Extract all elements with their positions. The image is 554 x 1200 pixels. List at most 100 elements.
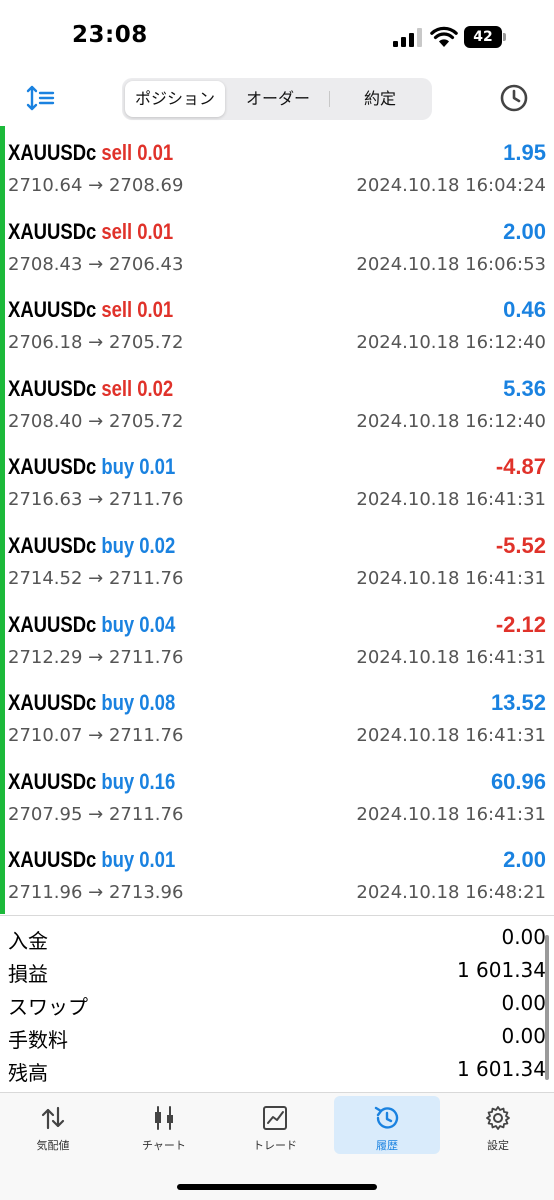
symbol-label: XAUUSDc: [8, 375, 97, 401]
battery-indicator: 42: [464, 26, 506, 48]
trade-type: buy: [101, 847, 135, 873]
position-title: XAUUSDc buy 0.01: [8, 454, 175, 480]
trade-type: sell: [101, 297, 133, 323]
position-title: XAUUSDc sell 0.01: [8, 297, 173, 323]
position-title: XAUUSDc buy 0.04: [8, 612, 175, 638]
balance-label: 残高: [8, 1061, 48, 1085]
tab-trade[interactable]: トレード: [222, 1096, 328, 1154]
position-time: 2024.10.18 16:41:31: [356, 803, 546, 825]
line-chart-icon: [263, 1106, 287, 1130]
price-range: 2707.95 → 2711.76: [8, 803, 184, 825]
tab-orders[interactable]: オーダー: [228, 81, 328, 117]
profit-value: 60.96: [490, 768, 546, 794]
position-row[interactable]: XAUUSDc buy 0.04 -2.12 2712.29 → 2711.76 2024…: [0, 598, 554, 677]
summary-row-pl: 損益 1 601.34: [0, 955, 554, 988]
gear-icon: [486, 1106, 510, 1130]
volume-label: 0.01: [139, 847, 176, 873]
position-row[interactable]: XAUUSDc sell 0.02 5.36 2708.40 → 2705.72 2024…: [0, 362, 554, 441]
position-time: 2024.10.18 16:41:31: [356, 725, 546, 747]
profit-value: 1.95: [503, 140, 546, 165]
summary-row-swap: スワップ 0.00: [0, 988, 554, 1021]
trade-type: buy: [101, 454, 135, 480]
segmented-control: ポジション オーダー 約定: [122, 78, 432, 120]
position-row[interactable]: XAUUSDc buy 0.02 -5.52 2714.52 → 2711.76 2024…: [0, 519, 554, 598]
position-title: XAUUSDc sell 0.01: [8, 219, 173, 245]
position-time: 2024.10.18 16:41:31: [356, 646, 546, 668]
position-row[interactable]: XAUUSDc sell 0.01 2.00 2708.43 → 2706.43 2024…: [0, 205, 554, 284]
tab-deals[interactable]: 約定: [331, 81, 429, 117]
segment-divider: [329, 91, 330, 107]
home-indicator: [177, 1184, 377, 1190]
trade-type: buy: [101, 768, 135, 794]
profit-value: 5.36: [503, 375, 546, 401]
commission-value: 0.00: [501, 1024, 546, 1048]
profit-value: 0.46: [503, 297, 546, 323]
sort-icon[interactable]: [26, 84, 56, 112]
profit-value: 2.00: [503, 847, 546, 873]
position-row[interactable]: XAUUSDc sell 0.01 0.46 2706.18 → 2705.72 2024…: [0, 283, 554, 362]
summary-row-deposit: 入金 0.00: [0, 922, 554, 955]
tab-settings[interactable]: 設定: [445, 1096, 551, 1154]
position-title: XAUUSDc buy 0.01: [8, 847, 175, 873]
volume-label: 0.02: [137, 375, 174, 401]
clock-icon[interactable]: [498, 82, 530, 114]
position-title: XAUUSDc buy 0.16: [8, 769, 175, 795]
wifi-icon: [430, 26, 458, 47]
profit-value: -4.87: [495, 454, 546, 480]
position-time: 2024.10.18 16:41:31: [356, 568, 546, 589]
nav-bar: ポジション オーダー 約定: [0, 76, 554, 122]
price-range: 2708.40 → 2705.72: [8, 410, 184, 432]
symbol-label: XAUUSDc: [8, 140, 97, 165]
position-row[interactable]: XAUUSDc buy 0.16 60.96 2707.95 → 2711.76 2024…: [0, 755, 554, 834]
tab-quotes-label: 気配値: [36, 1139, 70, 1152]
price-range: 2710.64 → 2708.69: [8, 175, 184, 196]
summary-row-commission: 手数料 0.00: [0, 1021, 554, 1054]
trade-type: sell: [101, 218, 133, 244]
position-time: 2024.10.18 16:48:21: [356, 882, 546, 904]
tab-quotes[interactable]: 気配値: [0, 1096, 106, 1154]
price-range: 2716.63 → 2711.76: [8, 489, 184, 511]
price-range: 2710.07 → 2711.76: [8, 725, 184, 747]
cellular-signal-icon: [393, 28, 422, 47]
positions-list: XAUUSDc sell 0.01 1.95 2710.64 → 2708.69 2024…: [0, 126, 554, 916]
symbol-label: XAUUSDc: [8, 768, 97, 794]
tab-chart[interactable]: チャート: [111, 1096, 217, 1154]
price-range: 2714.52 → 2711.76: [8, 568, 184, 589]
tab-settings-label: 設定: [487, 1139, 509, 1152]
volume-label: 0.02: [139, 533, 176, 558]
trade-type: sell: [101, 140, 133, 165]
position-row[interactable]: XAUUSDc sell 0.01 1.95 2710.64 → 2708.69 2024…: [0, 126, 554, 205]
symbol-label: XAUUSDc: [8, 847, 97, 873]
account-summary: 入金 0.00 損益 1 601.34 スワップ 0.00 手数料 0.00 残…: [0, 922, 554, 1088]
volume-label: 0.01: [137, 297, 174, 323]
tab-history[interactable]: 履歴: [334, 1096, 440, 1154]
volume-label: 0.01: [137, 218, 174, 244]
trade-type: buy: [101, 690, 135, 716]
price-range: 2712.29 → 2711.76: [8, 646, 184, 668]
deposit-value: 0.00: [501, 925, 546, 949]
symbol-label: XAUUSDc: [8, 454, 97, 480]
position-title: XAUUSDc sell 0.01: [8, 140, 173, 166]
deposit-label: 入金: [8, 929, 48, 953]
status-bar: 23:08 42: [0, 0, 554, 76]
position-row[interactable]: XAUUSDc buy 0.01 -4.87 2716.63 → 2711.76 2024…: [0, 440, 554, 519]
position-time: 2024.10.18 16:04:24: [356, 175, 546, 196]
position-row[interactable]: XAUUSDc buy 0.01 2.00 2711.96 → 2713.96 2024.…: [0, 833, 554, 912]
profit-value: -5.52: [495, 533, 546, 558]
position-row[interactable]: XAUUSDc buy 0.08 13.52 2710.07 → 2711.76 2024…: [0, 676, 554, 755]
volume-label: 0.04: [139, 611, 176, 637]
swap-label: スワップ: [8, 995, 88, 1019]
profit-value: 13.52: [490, 690, 546, 716]
history-icon: [374, 1106, 399, 1129]
tab-positions[interactable]: ポジション: [125, 81, 225, 117]
status-time: 23:08: [72, 22, 148, 48]
price-range: 2708.43 → 2706.43: [8, 253, 184, 275]
position-time: 2024.10.18 16:12:40: [356, 410, 546, 432]
position-time: 2024.10.18 16:06:53: [356, 253, 546, 275]
scrollbar[interactable]: [545, 935, 549, 1080]
arrows-up-down-icon: [41, 1106, 65, 1130]
summary-divider: [0, 915, 554, 916]
position-time: 2024.10.18 16:12:40: [356, 332, 546, 354]
position-title: XAUUSDc sell 0.02: [8, 376, 173, 402]
trade-type: sell: [101, 375, 133, 401]
